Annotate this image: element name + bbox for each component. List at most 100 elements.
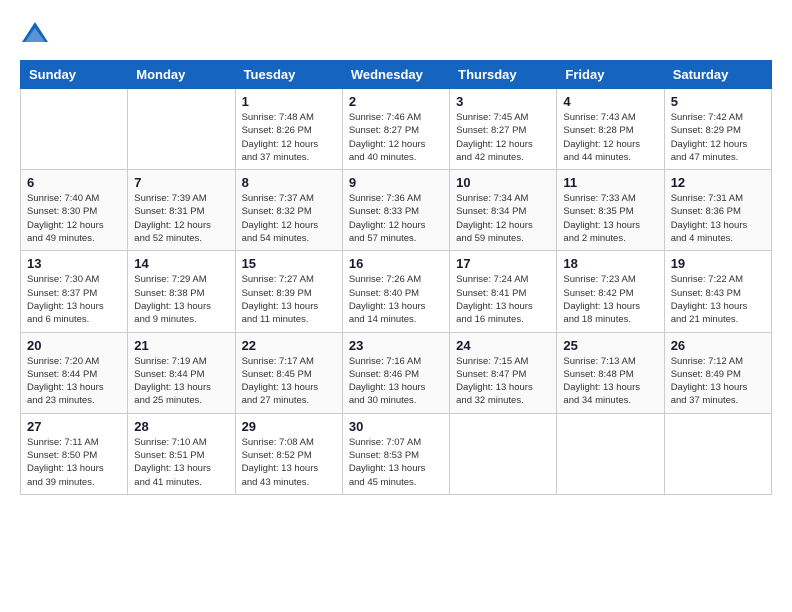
calendar-cell: 16 Sunrise: 7:26 AMSunset: 8:40 PMDayligh… bbox=[342, 251, 449, 332]
calendar-cell bbox=[664, 413, 771, 494]
day-number: 25 bbox=[563, 338, 657, 353]
day-info: Sunrise: 7:36 AMSunset: 8:33 PMDaylight:… bbox=[349, 192, 443, 245]
day-info: Sunrise: 7:17 AMSunset: 8:45 PMDaylight:… bbox=[242, 355, 336, 408]
day-info: Sunrise: 7:23 AMSunset: 8:42 PMDaylight:… bbox=[563, 273, 657, 326]
day-info: Sunrise: 7:33 AMSunset: 8:35 PMDaylight:… bbox=[563, 192, 657, 245]
calendar-cell: 20 Sunrise: 7:20 AMSunset: 8:44 PMDayligh… bbox=[21, 332, 128, 413]
day-of-week-header: Friday bbox=[557, 61, 664, 89]
day-info: Sunrise: 7:39 AMSunset: 8:31 PMDaylight:… bbox=[134, 192, 228, 245]
day-number: 1 bbox=[242, 94, 336, 109]
calendar-cell: 11 Sunrise: 7:33 AMSunset: 8:35 PMDayligh… bbox=[557, 170, 664, 251]
day-info: Sunrise: 7:11 AMSunset: 8:50 PMDaylight:… bbox=[27, 436, 121, 489]
calendar-cell: 18 Sunrise: 7:23 AMSunset: 8:42 PMDayligh… bbox=[557, 251, 664, 332]
day-of-week-header: Sunday bbox=[21, 61, 128, 89]
calendar-week-row: 20 Sunrise: 7:20 AMSunset: 8:44 PMDayligh… bbox=[21, 332, 772, 413]
day-info: Sunrise: 7:29 AMSunset: 8:38 PMDaylight:… bbox=[134, 273, 228, 326]
calendar-week-row: 13 Sunrise: 7:30 AMSunset: 8:37 PMDayligh… bbox=[21, 251, 772, 332]
day-info: Sunrise: 7:12 AMSunset: 8:49 PMDaylight:… bbox=[671, 355, 765, 408]
day-number: 27 bbox=[27, 419, 121, 434]
day-info: Sunrise: 7:24 AMSunset: 8:41 PMDaylight:… bbox=[456, 273, 550, 326]
day-info: Sunrise: 7:19 AMSunset: 8:44 PMDaylight:… bbox=[134, 355, 228, 408]
day-number: 21 bbox=[134, 338, 228, 353]
calendar-cell: 1 Sunrise: 7:48 AMSunset: 8:26 PMDaylight… bbox=[235, 89, 342, 170]
day-number: 5 bbox=[671, 94, 765, 109]
day-number: 9 bbox=[349, 175, 443, 190]
calendar-cell: 15 Sunrise: 7:27 AMSunset: 8:39 PMDayligh… bbox=[235, 251, 342, 332]
day-of-week-header: Saturday bbox=[664, 61, 771, 89]
day-number: 14 bbox=[134, 256, 228, 271]
calendar-cell: 30 Sunrise: 7:07 AMSunset: 8:53 PMDayligh… bbox=[342, 413, 449, 494]
calendar-cell: 13 Sunrise: 7:30 AMSunset: 8:37 PMDayligh… bbox=[21, 251, 128, 332]
day-info: Sunrise: 7:30 AMSunset: 8:37 PMDaylight:… bbox=[27, 273, 121, 326]
day-info: Sunrise: 7:48 AMSunset: 8:26 PMDaylight:… bbox=[242, 111, 336, 164]
calendar-cell: 2 Sunrise: 7:46 AMSunset: 8:27 PMDaylight… bbox=[342, 89, 449, 170]
day-info: Sunrise: 7:27 AMSunset: 8:39 PMDaylight:… bbox=[242, 273, 336, 326]
calendar-cell: 7 Sunrise: 7:39 AMSunset: 8:31 PMDaylight… bbox=[128, 170, 235, 251]
calendar-cell: 6Sunrise: 7:40 AMSunset: 8:30 PMDaylight… bbox=[21, 170, 128, 251]
calendar-header-row: SundayMondayTuesdayWednesdayThursdayFrid… bbox=[21, 61, 772, 89]
day-number: 4 bbox=[563, 94, 657, 109]
day-info: Sunrise: 7:13 AMSunset: 8:48 PMDaylight:… bbox=[563, 355, 657, 408]
calendar-cell: 12 Sunrise: 7:31 AMSunset: 8:36 PMDayligh… bbox=[664, 170, 771, 251]
calendar-cell: 19Sunrise: 7:22 AMSunset: 8:43 PMDayligh… bbox=[664, 251, 771, 332]
day-of-week-header: Monday bbox=[128, 61, 235, 89]
calendar-cell: 26 Sunrise: 7:12 AMSunset: 8:49 PMDayligh… bbox=[664, 332, 771, 413]
calendar-cell: 17 Sunrise: 7:24 AMSunset: 8:41 PMDayligh… bbox=[450, 251, 557, 332]
day-number: 20 bbox=[27, 338, 121, 353]
day-number: 11 bbox=[563, 175, 657, 190]
calendar-cell: 27 Sunrise: 7:11 AMSunset: 8:50 PMDayligh… bbox=[21, 413, 128, 494]
day-info: Sunrise: 7:42 AMSunset: 8:29 PMDaylight:… bbox=[671, 111, 765, 164]
day-number: 18 bbox=[563, 256, 657, 271]
calendar-cell: 14 Sunrise: 7:29 AMSunset: 8:38 PMDayligh… bbox=[128, 251, 235, 332]
day-info: Sunrise: 7:07 AMSunset: 8:53 PMDaylight:… bbox=[349, 436, 443, 489]
day-info: Sunrise: 7:37 AMSunset: 8:32 PMDaylight:… bbox=[242, 192, 336, 245]
calendar-cell: 22 Sunrise: 7:17 AMSunset: 8:45 PMDayligh… bbox=[235, 332, 342, 413]
day-number: 15 bbox=[242, 256, 336, 271]
calendar-week-row: 6Sunrise: 7:40 AMSunset: 8:30 PMDaylight… bbox=[21, 170, 772, 251]
calendar-cell: 24Sunrise: 7:15 AMSunset: 8:47 PMDayligh… bbox=[450, 332, 557, 413]
day-number: 30 bbox=[349, 419, 443, 434]
day-number: 17 bbox=[456, 256, 550, 271]
calendar-week-row: 27 Sunrise: 7:11 AMSunset: 8:50 PMDayligh… bbox=[21, 413, 772, 494]
day-number: 24 bbox=[456, 338, 550, 353]
calendar-cell bbox=[128, 89, 235, 170]
calendar-cell: 9 Sunrise: 7:36 AMSunset: 8:33 PMDaylight… bbox=[342, 170, 449, 251]
day-info: Sunrise: 7:20 AMSunset: 8:44 PMDaylight:… bbox=[27, 355, 121, 408]
day-info: Sunrise: 7:10 AMSunset: 8:51 PMDaylight:… bbox=[134, 436, 228, 489]
calendar-cell bbox=[450, 413, 557, 494]
calendar-cell: 5 Sunrise: 7:42 AMSunset: 8:29 PMDaylight… bbox=[664, 89, 771, 170]
day-of-week-header: Wednesday bbox=[342, 61, 449, 89]
day-number: 13 bbox=[27, 256, 121, 271]
logo bbox=[20, 20, 54, 50]
calendar-cell: 4 Sunrise: 7:43 AMSunset: 8:28 PMDaylight… bbox=[557, 89, 664, 170]
calendar-cell: 28Sunrise: 7:10 AMSunset: 8:51 PMDayligh… bbox=[128, 413, 235, 494]
day-info: Sunrise: 7:45 AMSunset: 8:27 PMDaylight:… bbox=[456, 111, 550, 164]
day-info: Sunrise: 7:26 AMSunset: 8:40 PMDaylight:… bbox=[349, 273, 443, 326]
day-number: 12 bbox=[671, 175, 765, 190]
day-number: 2 bbox=[349, 94, 443, 109]
calendar-cell: 25 Sunrise: 7:13 AMSunset: 8:48 PMDayligh… bbox=[557, 332, 664, 413]
logo-icon bbox=[20, 20, 50, 50]
day-number: 7 bbox=[134, 175, 228, 190]
day-of-week-header: Thursday bbox=[450, 61, 557, 89]
day-number: 8 bbox=[242, 175, 336, 190]
day-info: Sunrise: 7:43 AMSunset: 8:28 PMDaylight:… bbox=[563, 111, 657, 164]
day-number: 26 bbox=[671, 338, 765, 353]
day-number: 16 bbox=[349, 256, 443, 271]
page-header bbox=[20, 20, 772, 50]
calendar-week-row: 1 Sunrise: 7:48 AMSunset: 8:26 PMDaylight… bbox=[21, 89, 772, 170]
day-info: Sunrise: 7:46 AMSunset: 8:27 PMDaylight:… bbox=[349, 111, 443, 164]
calendar-cell bbox=[557, 413, 664, 494]
day-of-week-header: Tuesday bbox=[235, 61, 342, 89]
day-number: 22 bbox=[242, 338, 336, 353]
day-info: Sunrise: 7:31 AMSunset: 8:36 PMDaylight:… bbox=[671, 192, 765, 245]
day-info: Sunrise: 7:16 AMSunset: 8:46 PMDaylight:… bbox=[349, 355, 443, 408]
day-number: 10 bbox=[456, 175, 550, 190]
calendar-cell: 23Sunrise: 7:16 AMSunset: 8:46 PMDayligh… bbox=[342, 332, 449, 413]
calendar-table: SundayMondayTuesdayWednesdayThursdayFrid… bbox=[20, 60, 772, 495]
calendar-cell: 21 Sunrise: 7:19 AMSunset: 8:44 PMDayligh… bbox=[128, 332, 235, 413]
calendar-cell bbox=[21, 89, 128, 170]
day-number: 6 bbox=[27, 175, 121, 190]
calendar-cell: 8 Sunrise: 7:37 AMSunset: 8:32 PMDaylight… bbox=[235, 170, 342, 251]
day-number: 19 bbox=[671, 256, 765, 271]
